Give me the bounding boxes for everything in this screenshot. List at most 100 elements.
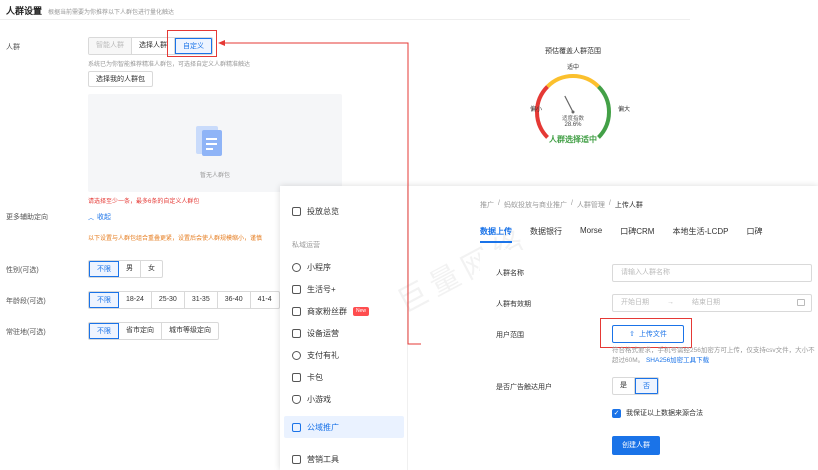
ad-reach-label: 是否广告触达用户	[496, 384, 552, 391]
nav-marketing-tools[interactable]: 营销工具	[292, 454, 339, 465]
nav-label: 支付有礼	[307, 351, 339, 360]
nav-mini-program[interactable]: 小程序	[292, 262, 331, 273]
ad-reach-no[interactable]: 否	[635, 378, 658, 394]
age-label: 年龄段(可选)	[6, 298, 46, 305]
gender-selector: 不限 男 女	[88, 260, 163, 278]
nav-mini-game[interactable]: 小游戏	[292, 394, 331, 405]
collapse-toggle[interactable]: ︿ 收起	[88, 212, 111, 222]
region-option-city-level[interactable]: 城市等级定向	[162, 323, 218, 339]
tab-local-lcdp[interactable]: 本地生活-LCDP	[672, 226, 728, 243]
chevron-up-icon: ︿	[88, 215, 95, 222]
nav-label: 小程序	[307, 263, 331, 272]
gender-option-male[interactable]: 男	[119, 261, 141, 277]
game-icon	[292, 395, 301, 404]
select-crowd-pack-button[interactable]: 选择我的人群包	[88, 71, 153, 87]
tab-bar: 数据上传 数据银行 Morse 口碑CRM 本地生活-LCDP 口碑	[480, 226, 762, 243]
region-option-province[interactable]: 省市定向	[119, 323, 162, 339]
nav-fan-group[interactable]: 商家粉丝群 New	[292, 306, 370, 317]
tab-koubei-crm[interactable]: 口碑CRM	[620, 226, 654, 243]
nav-section-private: 私域运营	[292, 242, 320, 249]
empty-text: 暂无人群包	[199, 173, 230, 179]
header-divider	[0, 19, 690, 20]
nav-device-ops[interactable]: 设备运营	[292, 328, 339, 339]
tab-data-bank[interactable]: 数据银行	[530, 226, 562, 243]
start-date-placeholder: 开始日期	[621, 299, 649, 306]
tab-morse[interactable]: Morse	[580, 226, 602, 243]
crowd-label: 人群	[6, 44, 20, 51]
empty-document-icon	[196, 126, 224, 158]
nav-overview[interactable]: 投放总览	[292, 206, 339, 217]
gauge-needle	[564, 95, 574, 113]
age-selector: 不限 18-24 25-30 31-35 36-40 41-4	[88, 291, 280, 309]
age-option-25-30[interactable]: 25-30	[152, 292, 185, 308]
tab-data-upload[interactable]: 数据上传	[480, 226, 512, 243]
breadcrumb-item[interactable]: 人群管理	[577, 200, 605, 210]
gauge-low-label: 偏小	[530, 107, 543, 113]
validity-range-input[interactable]: 开始日期 → 结束日期	[612, 294, 812, 312]
gender-option-female[interactable]: 女	[141, 261, 162, 277]
highlight-box-custom	[167, 30, 217, 57]
overlay-panel: 投放总览 私域运营 小程序 生活号+ 商家粉丝群 New 设备运营 支付有礼 卡…	[280, 186, 818, 470]
form-area: 人群名称 请输入人群名称 人群有效期 开始日期 → 结束日期 用户范围 ⇧ 上传…	[480, 250, 818, 470]
age-option-41[interactable]: 41-4	[251, 292, 279, 308]
range-arrow: →	[667, 299, 674, 306]
device-icon	[292, 329, 301, 338]
nav-label: 生活号+	[307, 285, 336, 294]
nav-life-account[interactable]: 生活号+	[292, 284, 336, 295]
age-option-36-40[interactable]: 36-40	[218, 292, 251, 308]
validity-label: 人群有效期	[496, 301, 531, 308]
gauge-value-label: 适度指数	[561, 116, 584, 122]
gender-label: 性别(可选)	[6, 267, 39, 274]
region-label: 常驻地(可选)	[6, 329, 46, 336]
nav-label: 卡包	[307, 373, 323, 382]
page-title: 人群设置	[6, 6, 43, 16]
tab-koubei[interactable]: 口碑	[746, 226, 762, 243]
gender-option-any[interactable]: 不限	[89, 261, 119, 277]
mini-program-icon	[292, 263, 301, 272]
calendar-icon	[797, 299, 805, 306]
region-selector: 不限 省市定向 城市等级定向	[88, 322, 219, 340]
more-warning-text: 以下设置与人群包组合重叠更紧，设置后会使人群规模缩小，谨慎	[88, 236, 263, 242]
fan-group-icon	[292, 307, 301, 316]
checkbox-checked-icon[interactable]: ✓	[612, 408, 621, 418]
region-option-any[interactable]: 不限	[89, 323, 119, 339]
gauge-status: 人群选择适中	[549, 135, 597, 144]
crowd-name-input[interactable]: 请输入人群名称	[612, 264, 812, 282]
age-option-any[interactable]: 不限	[89, 292, 119, 308]
nav-public-promo[interactable]: 公域推广	[284, 416, 404, 438]
age-option-18-24[interactable]: 18-24	[119, 292, 152, 308]
agree-text: 我保证以上数据来源合法	[626, 410, 703, 417]
more-targeting-label: 更多辅助定向	[6, 214, 48, 221]
ad-reach-yes[interactable]: 是	[613, 378, 635, 394]
overlay-sidebar: 投放总览 私域运营 小程序 生活号+ 商家粉丝群 New 设备运营 支付有礼 卡…	[280, 186, 408, 470]
nav-label: 公域推广	[307, 422, 339, 432]
crowd-error-text: 请选择至少一条，最多6条的自定义人群包	[88, 199, 200, 205]
page-subtitle: 根据当前需要为你推荐以下人群包进行量化触达	[48, 10, 175, 16]
create-crowd-button[interactable]: 创建人群	[612, 436, 660, 455]
marketing-tools-icon	[292, 455, 301, 464]
breadcrumb-current: 上传人群	[614, 202, 643, 209]
nav-card-pack[interactable]: 卡包	[292, 372, 323, 383]
nav-label: 营销工具	[307, 455, 339, 464]
highlight-box-upload	[600, 318, 692, 348]
nav-pay-gift[interactable]: 支付有礼	[292, 350, 339, 361]
breadcrumb: 推广 / 蚂蚁投放与商业推广 / 人群管理 / 上传人群	[480, 200, 643, 210]
sha256-tool-link[interactable]: SHA256加密工具下载	[646, 357, 709, 364]
end-date-placeholder: 结束日期	[692, 299, 720, 306]
option-smart-crowd[interactable]: 智能人群	[89, 38, 132, 54]
crowd-name-label: 人群名称	[496, 270, 524, 277]
nav-label: 设备运营	[307, 329, 339, 338]
gauge-high-label: 偏大	[618, 107, 631, 113]
collapse-toggle-label: 收起	[97, 214, 112, 221]
ad-reach-selector: 是 否	[612, 377, 659, 395]
agree-checkbox-row[interactable]: ✓ 我保证以上数据来源合法	[612, 408, 703, 418]
upload-hint-text: 符合格式要求，手机号需经256加密方可上传，仅支持csv文件，大小不超过60M。	[612, 347, 815, 364]
breadcrumb-item[interactable]: 推广	[480, 200, 494, 210]
breadcrumb-item[interactable]: 蚂蚁投放与商业推广	[504, 200, 567, 210]
age-option-31-35[interactable]: 31-35	[185, 292, 218, 308]
overview-icon	[292, 207, 301, 216]
card-icon	[292, 373, 301, 382]
gauge-value: 28.6%	[564, 122, 582, 128]
public-promo-icon	[292, 422, 301, 432]
upload-hint: 符合格式要求，手机号需经256加密方可上传，仅支持csv文件，大小不超过60M。…	[612, 346, 816, 366]
